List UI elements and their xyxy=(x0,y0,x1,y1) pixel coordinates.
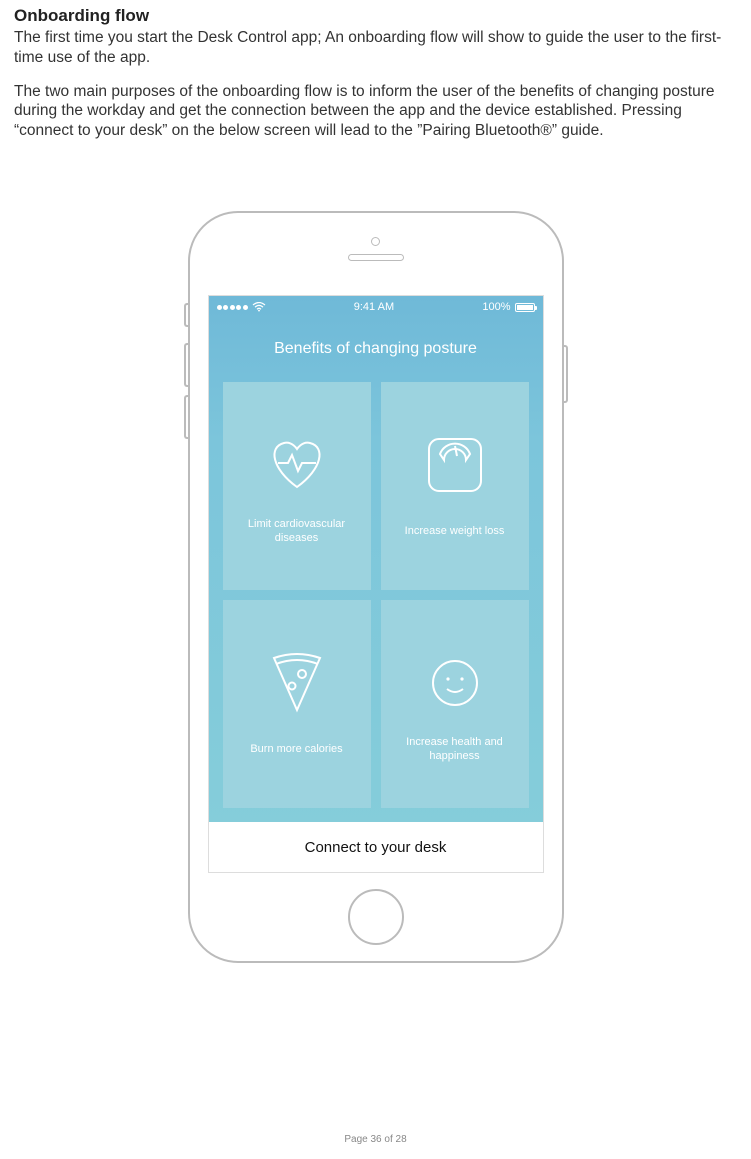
connect-button[interactable]: Connect to your desk xyxy=(209,822,543,872)
phone-volume-down xyxy=(184,395,188,439)
tile-label: Increase health and happiness xyxy=(391,736,519,764)
scale-icon xyxy=(424,426,486,504)
phone-mute-switch xyxy=(184,303,188,327)
battery-icon xyxy=(515,303,535,312)
tile-label: Limit cardiovascular diseases xyxy=(233,518,361,546)
tile-label: Burn more calories xyxy=(250,736,342,764)
tile-calories[interactable]: Burn more calories xyxy=(223,600,371,808)
phone-screen: 9:41 AM 100% Benefits of changing postur… xyxy=(208,295,544,873)
wifi-icon xyxy=(252,302,266,312)
status-bar: 9:41 AM 100% xyxy=(209,296,543,318)
tile-weight-loss[interactable]: Increase weight loss xyxy=(381,382,529,590)
phone-camera xyxy=(371,237,380,246)
status-time: 9:41 AM xyxy=(354,301,394,313)
benefit-tiles: Limit cardiovascular diseases Increase w… xyxy=(209,382,543,822)
signal-icon xyxy=(217,305,248,310)
tile-label: Increase weight loss xyxy=(405,518,505,546)
page-footer: Page 36 of 28 xyxy=(0,1134,751,1145)
doc-heading: Onboarding flow xyxy=(14,6,737,26)
screen-title: Benefits of changing posture xyxy=(209,340,543,358)
pizza-icon xyxy=(268,644,326,722)
smiley-icon xyxy=(427,644,483,722)
doc-paragraph-1: The first time you start the Desk Contro… xyxy=(14,28,737,68)
phone-mockup: 9:41 AM 100% Benefits of changing postur… xyxy=(188,211,564,963)
phone-speaker xyxy=(348,254,404,261)
phone-volume-up xyxy=(184,343,188,387)
phone-home-button xyxy=(348,889,404,945)
phone-power-button xyxy=(564,345,568,403)
heart-pulse-icon xyxy=(262,426,332,504)
tile-cardiovascular[interactable]: Limit cardiovascular diseases xyxy=(223,382,371,590)
tile-happiness[interactable]: Increase health and happiness xyxy=(381,600,529,808)
doc-paragraph-2: The two main purposes of the onboarding … xyxy=(14,82,737,141)
status-battery-pct: 100% xyxy=(482,301,510,313)
